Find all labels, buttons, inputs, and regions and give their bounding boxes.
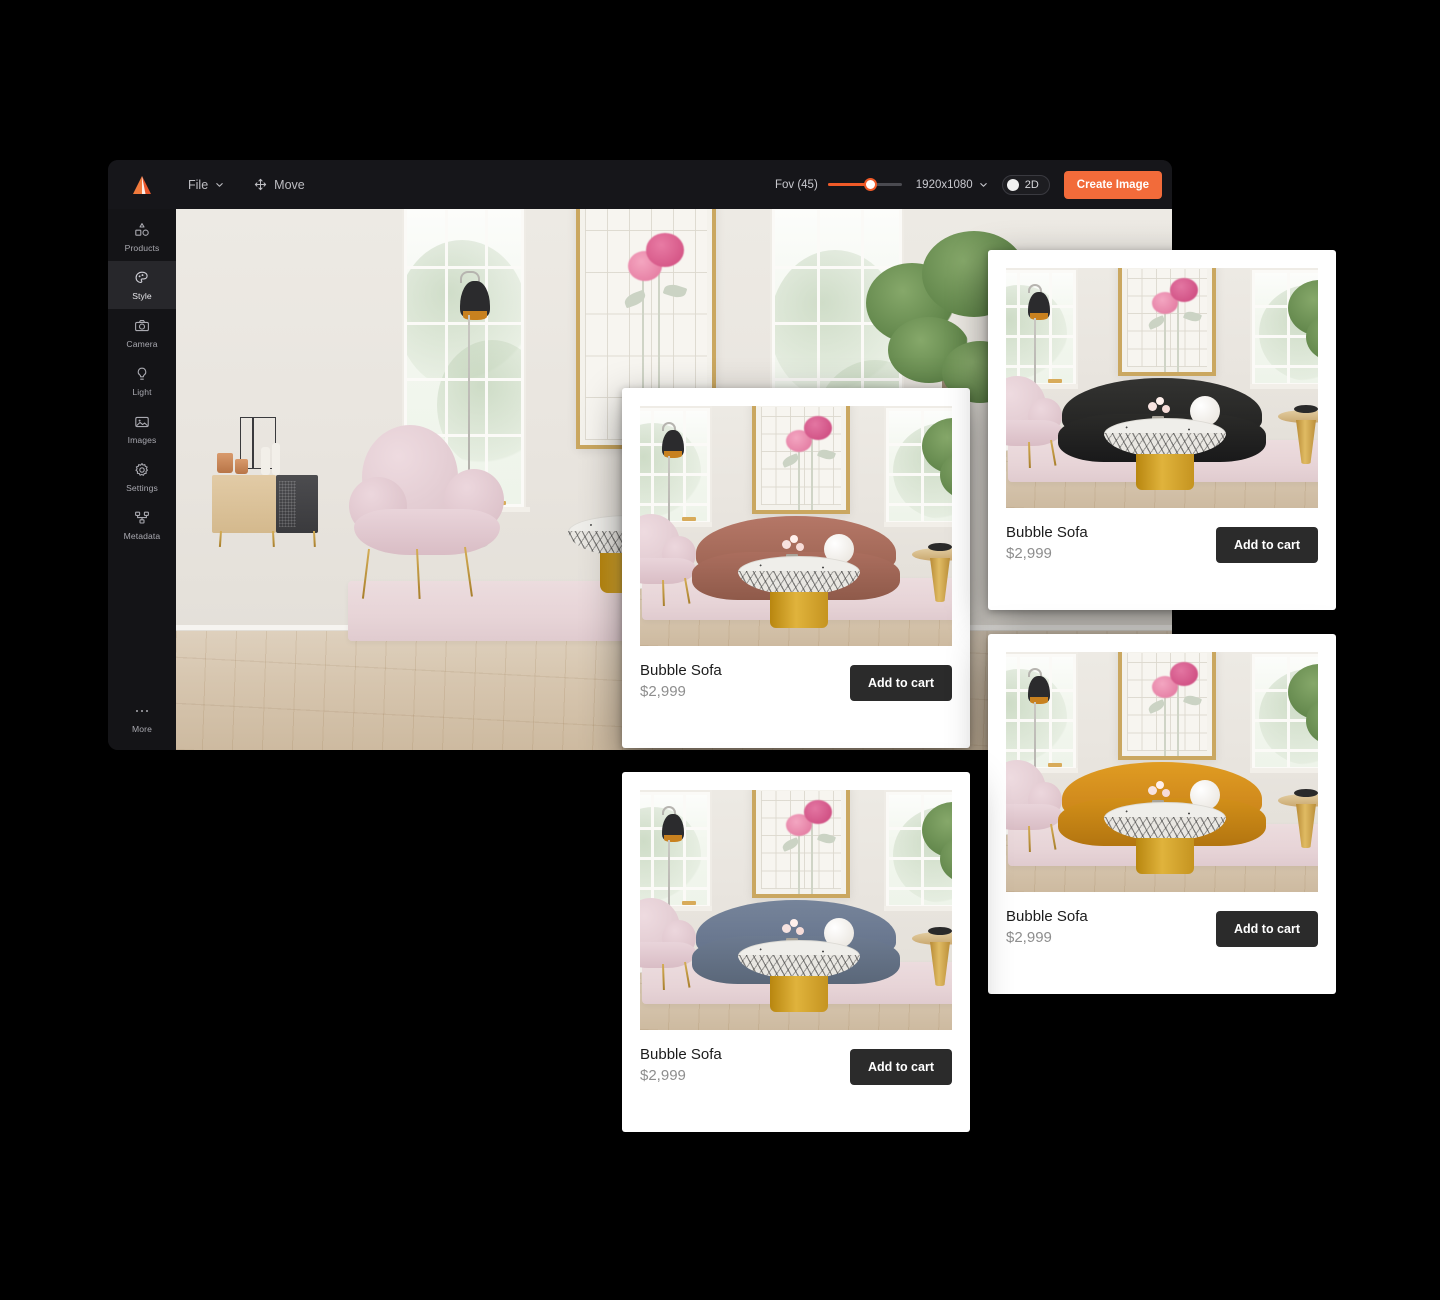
move-tool[interactable]: Move [246, 173, 313, 197]
product-price: $2,999 [640, 1067, 686, 1085]
top-toolbar: File Move Fov (45) 1920x1080 2D Create I… [108, 160, 1172, 209]
add-to-cart-button[interactable]: Add to cart [1216, 526, 1318, 563]
sidebar-item-style[interactable]: Style [108, 261, 176, 309]
add-to-cart-button[interactable]: Add to cart [850, 1048, 952, 1085]
camera-icon [135, 320, 149, 332]
sidebar-item-metadata[interactable]: Metadata [108, 501, 176, 549]
sidebar-item-images[interactable]: Images [108, 405, 176, 453]
product-meta: Bubble Sofa $2,999 Add to cart [1006, 892, 1318, 947]
mountain-logo-icon [133, 175, 151, 194]
product-card[interactable]: Bubble Sofa $2,999 Add to cart [622, 772, 970, 1132]
sofa-render-black [1006, 268, 1318, 508]
app-logo[interactable] [108, 175, 176, 195]
product-card[interactable]: Bubble Sofa $2,999 Add to cart [622, 388, 970, 748]
sofa-render-slate [640, 790, 952, 1030]
product-title: Bubble Sofa [1006, 908, 1088, 925]
fov-control[interactable]: Fov (45) [775, 178, 902, 192]
create-image-button[interactable]: Create Image [1063, 170, 1162, 199]
mode-2d-toggle[interactable]: 2D [1001, 174, 1050, 195]
shapes-icon [135, 223, 149, 236]
sidebar-item-label: Metadata [123, 531, 161, 541]
product-title: Bubble Sofa [1006, 524, 1088, 541]
sidebar-item-more[interactable]: More [108, 694, 176, 750]
fov-slider[interactable] [827, 178, 902, 192]
palette-icon [135, 271, 148, 283]
product-meta: Bubble Sofa $2,999 Add to cart [640, 1030, 952, 1085]
resolution-dropdown[interactable]: 1920x1080 [916, 179, 988, 191]
sidebar-item-label: Images [127, 435, 157, 445]
sidebar-item-label: Settings [126, 483, 158, 493]
resolution-label: 1920x1080 [915, 178, 973, 191]
toggle-2d-label: 2D [1024, 178, 1039, 191]
sofa-render-terracotta [640, 406, 952, 646]
gear-icon [135, 463, 148, 476]
fov-slider-thumb[interactable] [863, 178, 877, 191]
toggle-knob [1006, 178, 1019, 191]
product-image [1006, 652, 1318, 892]
image-icon [135, 416, 149, 428]
sidebar-item-label: Light [132, 387, 152, 397]
bulb-icon [137, 367, 147, 380]
move-tool-label: Move [274, 177, 305, 192]
node-graph-icon [135, 511, 149, 524]
screenshot-stage: File Move Fov (45) 1920x1080 2D Create I… [0, 0, 1440, 1300]
product-card[interactable]: Bubble Sofa $2,999 Add to cart [988, 250, 1336, 610]
sidebar-item-label: Style [132, 291, 152, 301]
product-price: $2,999 [1006, 545, 1052, 563]
ellipsis-icon [135, 703, 149, 719]
add-to-cart-button[interactable]: Add to cart [850, 664, 952, 701]
product-title: Bubble Sofa [640, 1046, 722, 1063]
sidebar-item-light[interactable]: Light [108, 357, 176, 405]
fov-label: Fov (45) [774, 178, 818, 191]
sidebar-item-label: Camera [126, 339, 158, 349]
sidebar-item-label: Products [124, 243, 160, 253]
product-image [640, 406, 952, 646]
file-menu-label: File [188, 177, 209, 192]
product-price: $2,999 [1006, 929, 1052, 947]
move-arrows-icon [255, 178, 267, 191]
product-price: $2,999 [640, 683, 686, 701]
chevron-down-icon [216, 183, 223, 187]
chevron-down-icon [979, 183, 987, 187]
add-to-cart-button[interactable]: Add to cart [1216, 910, 1318, 947]
product-meta: Bubble Sofa $2,999 Add to cart [1006, 508, 1318, 563]
product-image [1006, 268, 1318, 508]
file-menu[interactable]: File [180, 173, 232, 197]
sofa-render-amber [1006, 652, 1318, 892]
sidebar-item-camera[interactable]: Camera [108, 309, 176, 357]
sidebar-item-products[interactable]: Products [108, 213, 176, 261]
toolbar-right-group: Fov (45) 1920x1080 2D Create Image [775, 170, 1172, 199]
sidebar-item-settings[interactable]: Settings [108, 453, 176, 501]
sidebar-item-label: More [132, 724, 152, 734]
product-meta: Bubble Sofa $2,999 Add to cart [640, 646, 952, 701]
left-sidebar: Products Style Camera Light Images Setti… [108, 209, 176, 750]
product-image [640, 790, 952, 1030]
product-title: Bubble Sofa [640, 662, 722, 679]
product-card[interactable]: Bubble Sofa $2,999 Add to cart [988, 634, 1336, 994]
